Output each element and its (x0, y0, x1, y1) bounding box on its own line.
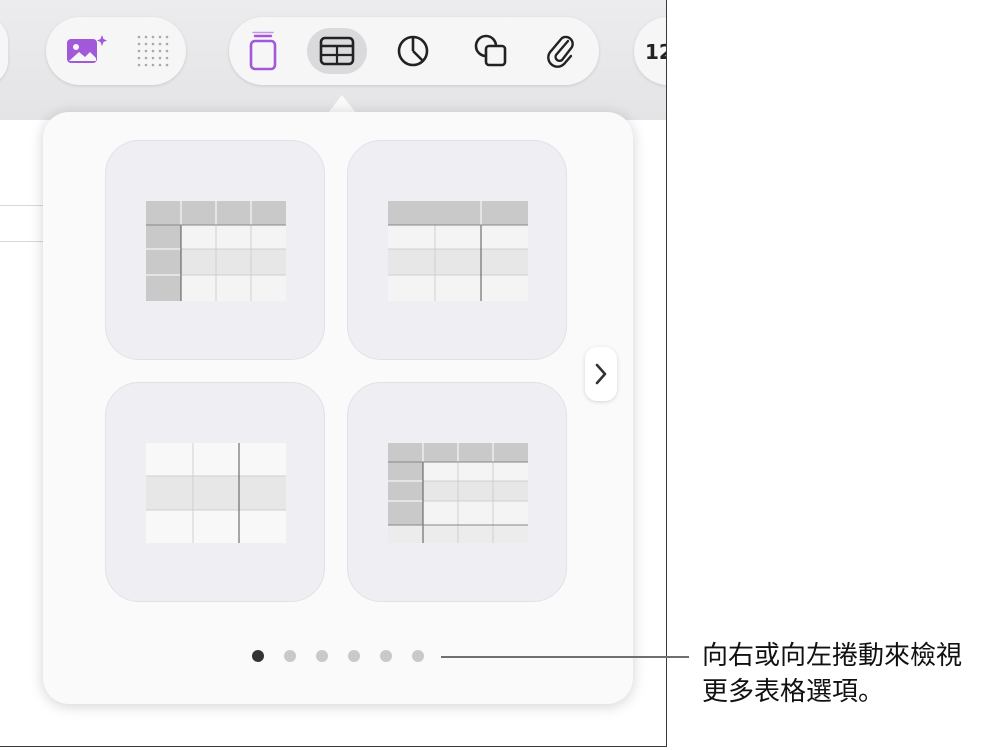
next-page-button[interactable] (585, 347, 617, 401)
table-icon (319, 36, 355, 66)
page-dot-3[interactable] (316, 650, 328, 662)
page-dot-1[interactable] (252, 650, 264, 662)
chart-icon (397, 35, 429, 67)
table-styles-popover (43, 112, 633, 704)
attachment-button[interactable] (538, 28, 584, 74)
callout-text: 向右或向左捲動來檢視 更多表格選項。 (702, 638, 987, 710)
text-box-button[interactable] (240, 28, 286, 74)
page-dot-5[interactable] (380, 650, 392, 662)
media-button[interactable] (64, 28, 110, 74)
text-box-icon (249, 31, 277, 71)
shape-icon (474, 34, 507, 67)
table-preview (388, 201, 528, 301)
table-style-tile-2[interactable] (347, 140, 567, 360)
callout-line-1: 向右或向左捲動來檢視 (702, 641, 963, 671)
table-style-tile-1[interactable] (105, 140, 325, 360)
dot-grid-button[interactable] (130, 28, 176, 74)
doc-line (0, 205, 45, 206)
number-format-label[interactable]: 12 (645, 40, 666, 64)
table-preview (146, 443, 286, 543)
toolbar-pill-left-edge (0, 17, 8, 85)
image-sparkle-icon (67, 35, 107, 63)
table-style-tile-3[interactable] (105, 382, 325, 602)
doc-line (0, 241, 45, 242)
dot-grid-icon (137, 35, 169, 67)
callout-line-2: 更多表格選項。 (702, 677, 885, 707)
page-dot-4[interactable] (348, 650, 360, 662)
page-dot-2[interactable] (284, 650, 296, 662)
callout-leader-line (441, 656, 689, 658)
chart-button[interactable] (390, 28, 436, 74)
table-preview (146, 201, 286, 301)
table-preview (388, 443, 528, 543)
page-dot-6[interactable] (412, 650, 424, 662)
screen: 12 (0, 0, 667, 747)
table-style-tile-4[interactable] (347, 382, 567, 602)
table-button[interactable] (307, 28, 367, 74)
paperclip-icon (547, 35, 574, 68)
shape-button[interactable] (468, 28, 514, 74)
chevron-right-icon (595, 363, 607, 385)
popover-arrow (328, 95, 356, 113)
